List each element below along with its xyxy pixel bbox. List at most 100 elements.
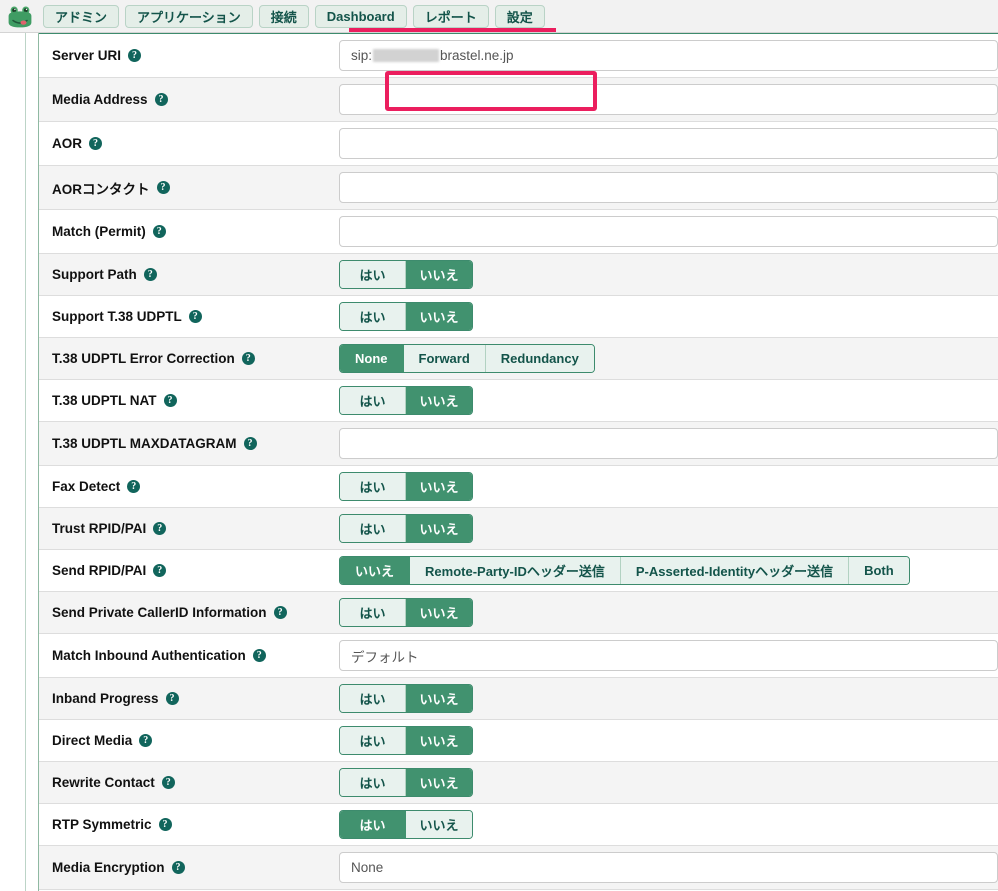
segment-option-direct-media-0[interactable]: はい	[340, 727, 406, 754]
control-media-encryption: None	[339, 852, 998, 883]
segment-option-send-private-callerid-information-1[interactable]: いいえ	[406, 599, 472, 626]
label-support-path: Support Path?	[39, 267, 339, 282]
tab-applications[interactable]: アプリケーション	[125, 4, 253, 28]
control-rewrite-contact: はい いいえ	[339, 768, 998, 797]
segment-option-rtp-symmetric-1[interactable]: いいえ	[406, 811, 472, 838]
segment-option-inband-progress-0[interactable]: はい	[340, 685, 406, 712]
tab-admin[interactable]: アドミン	[43, 4, 120, 28]
help-icon-fax-detect[interactable]: ?	[127, 480, 141, 493]
input-server-uri[interactable]: sip: brastel.ne.jp	[339, 40, 998, 71]
help-icon-support-path[interactable]: ?	[143, 268, 157, 281]
top-navigation-bar: アドミン アプリケーション 接続 Dashboard レポート 設定	[0, 0, 998, 33]
server-uri-suffix: brastel.ne.jp	[440, 48, 514, 63]
form-row-direct-media: Direct Media? はい いいえ	[39, 720, 998, 762]
segment-option-send-rpid-pai-2[interactable]: P-Asserted-Identityヘッダー送信	[620, 557, 850, 584]
label-media-encryption: Media Encryption?	[39, 860, 339, 875]
segment-option-rewrite-contact-0[interactable]: はい	[340, 769, 406, 796]
segment-option-trust-rpid-pai-1[interactable]: いいえ	[406, 515, 472, 542]
segment-option-support-t38-udptl-1[interactable]: いいえ	[406, 303, 472, 330]
control-aor	[339, 128, 998, 159]
segment-option-rewrite-contact-1[interactable]: いいえ	[406, 769, 472, 796]
tab-dashboard[interactable]: Dashboard	[314, 4, 407, 28]
frog-logo[interactable]	[7, 3, 33, 29]
segment-group-inband-progress: はい いいえ	[339, 684, 473, 713]
help-icon-aor[interactable]: ?	[89, 137, 102, 150]
help-icon-trust-rpid-pai[interactable]: ?	[153, 522, 167, 535]
segment-option-send-rpid-pai-1[interactable]: Remote-Party-IDヘッダー送信	[410, 557, 621, 584]
segment-option-rtp-symmetric-0[interactable]: はい	[340, 811, 406, 838]
segment-group-trust-rpid-pai: はい いいえ	[339, 514, 473, 543]
segment-option-send-rpid-pai-3[interactable]: Both	[849, 557, 909, 584]
label-aor-contact: AORコンタクト?	[39, 178, 339, 198]
help-icon-direct-media[interactable]: ?	[139, 734, 153, 747]
segment-option-fax-detect-1[interactable]: いいえ	[406, 473, 472, 500]
tab-connectivity[interactable]: 接続	[258, 4, 309, 28]
label-t38-udptl-error-correction: T.38 UDPTL Error Correction?	[39, 351, 339, 366]
label-text-support-path: Support Path	[52, 267, 137, 282]
input-match-permit[interactable]	[339, 216, 998, 247]
segment-option-t38-udptl-error-correction-1[interactable]: Forward	[403, 345, 486, 372]
segment-group-send-rpid-pai: いいえ Remote-Party-IDヘッダー送信 P-Asserted-Ident…	[339, 556, 910, 585]
help-icon-aor-contact[interactable]: ?	[156, 181, 170, 194]
help-icon-server-uri[interactable]: ?	[128, 49, 142, 62]
control-support-t38-udptl: はい いいえ	[339, 302, 998, 331]
form-row-t38-udptl-error-correction: T.38 UDPTL Error Correction? None Forward R…	[39, 338, 998, 380]
value-match-inbound-authentication: デフォルト	[351, 649, 419, 665]
segment-option-support-t38-udptl-0[interactable]: はい	[340, 303, 406, 330]
help-icon-support-t38-udptl[interactable]: ?	[188, 310, 202, 323]
help-icon-t38-udptl-maxdatagram[interactable]: ?	[243, 437, 257, 450]
form-row-aor-contact: AORコンタクト?	[39, 166, 998, 210]
help-icon-match-permit[interactable]: ?	[152, 225, 166, 238]
segment-option-inband-progress-1[interactable]: いいえ	[406, 685, 472, 712]
select-media-encryption[interactable]: None	[339, 852, 998, 883]
label-text-direct-media: Direct Media	[52, 733, 133, 748]
segment-option-support-path-0[interactable]: はい	[340, 261, 406, 288]
control-support-path: はい いいえ	[339, 260, 998, 289]
help-icon-inband-progress[interactable]: ?	[165, 692, 179, 705]
select-match-inbound-authentication[interactable]: デフォルト	[339, 640, 998, 671]
control-match-permit	[339, 216, 998, 247]
control-direct-media: はい いいえ	[339, 726, 998, 755]
segment-option-t38-udptl-error-correction-2[interactable]: Redundancy	[485, 345, 594, 372]
help-icon-rtp-symmetric[interactable]: ?	[158, 818, 172, 831]
help-icon-match-inbound-authentication[interactable]: ?	[252, 649, 266, 662]
help-icon-media-address[interactable]: ?	[154, 93, 168, 106]
help-icon-t38-udptl-nat[interactable]: ?	[163, 394, 177, 407]
input-aor[interactable]	[339, 128, 998, 159]
help-icon-send-private-callerid-information[interactable]: ?	[273, 606, 287, 619]
segment-option-support-path-1[interactable]: いいえ	[406, 261, 472, 288]
form-row-send-rpid-pai: Send RPID/PAI? いいえ Remote-Party-IDヘッダー送信 P-…	[39, 550, 998, 592]
control-trust-rpid-pai: はい いいえ	[339, 514, 998, 543]
help-icon-rewrite-contact[interactable]: ?	[161, 776, 175, 789]
control-t38-udptl-error-correction: None Forward Redundancy	[339, 344, 998, 373]
tab-settings-label: 設定	[506, 9, 533, 25]
help-icon-media-encryption[interactable]: ?	[171, 861, 185, 874]
label-match-permit: Match (Permit)?	[39, 224, 339, 239]
segment-option-fax-detect-0[interactable]: はい	[340, 473, 406, 500]
label-media-address: Media Address?	[39, 92, 339, 107]
sip-trunk-settings-form: Server URI? sip: brastel.ne.jp Media Addres…	[39, 33, 998, 891]
tab-reports[interactable]: レポート	[412, 4, 489, 28]
segment-option-t38-udptl-error-correction-0[interactable]: None	[340, 345, 404, 372]
tab-settings[interactable]: 設定	[494, 4, 545, 28]
segment-option-t38-udptl-nat-1[interactable]: いいえ	[406, 387, 472, 414]
input-media-address[interactable]	[339, 84, 998, 115]
label-text-match-inbound-authentication: Match Inbound Authentication	[52, 648, 246, 663]
form-row-trust-rpid-pai: Trust RPID/PAI? はい いいえ	[39, 508, 998, 550]
form-row-support-t38-udptl: Support T.38 UDPTL? はい いいえ	[39, 296, 998, 338]
segment-option-t38-udptl-nat-0[interactable]: はい	[340, 387, 406, 414]
input-aor-contact[interactable]	[339, 172, 998, 203]
segment-option-trust-rpid-pai-0[interactable]: はい	[340, 515, 406, 542]
segment-option-send-private-callerid-information-0[interactable]: はい	[340, 599, 406, 626]
segment-option-send-rpid-pai-0[interactable]: いいえ	[340, 557, 411, 584]
label-send-private-callerid-information: Send Private CallerID Information?	[39, 605, 339, 620]
label-text-support-t38-udptl: Support T.38 UDPTL	[52, 309, 182, 324]
help-icon-send-rpid-pai[interactable]: ?	[153, 564, 167, 577]
label-rewrite-contact: Rewrite Contact?	[39, 775, 339, 790]
help-icon-t38-udptl-error-correction[interactable]: ?	[241, 352, 255, 365]
segment-group-t38-udptl-error-correction: None Forward Redundancy	[339, 344, 595, 373]
segment-option-direct-media-1[interactable]: いいえ	[406, 727, 472, 754]
label-text-t38-udptl-maxdatagram: T.38 UDPTL MAXDATAGRAM	[52, 436, 237, 451]
input-t38-udptl-maxdatagram[interactable]	[339, 428, 998, 459]
label-match-inbound-authentication: Match Inbound Authentication?	[39, 648, 339, 663]
